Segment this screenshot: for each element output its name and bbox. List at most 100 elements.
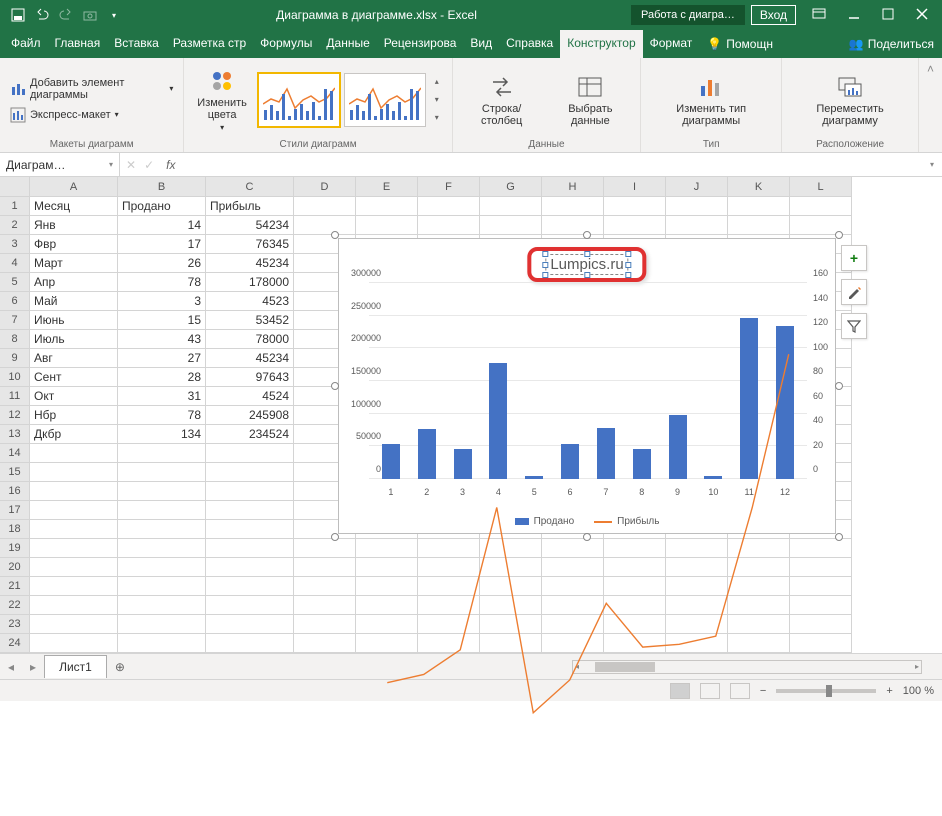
cell[interactable]: 17 (118, 235, 206, 254)
cell[interactable]: Март (30, 254, 118, 273)
column-header[interactable]: H (542, 177, 604, 197)
sheet-tab[interactable]: Лист1 (44, 655, 107, 678)
cell[interactable] (30, 482, 118, 501)
cell[interactable] (118, 634, 206, 653)
cell[interactable]: 54234 (206, 216, 294, 235)
cell[interactable] (294, 558, 356, 577)
cell[interactable] (118, 520, 206, 539)
cell[interactable] (294, 197, 356, 216)
cell[interactable] (206, 482, 294, 501)
row-header[interactable]: 16 (0, 482, 30, 501)
cell[interactable] (30, 615, 118, 634)
cell[interactable]: 78 (118, 406, 206, 425)
cell[interactable]: Фвр (30, 235, 118, 254)
cell[interactable] (604, 197, 666, 216)
tab-review[interactable]: Рецензирова (377, 30, 464, 58)
column-header[interactable]: D (294, 177, 356, 197)
chart-legend[interactable]: Продано Прибыль (339, 516, 835, 527)
cell[interactable] (118, 596, 206, 615)
cell[interactable]: 78 (118, 273, 206, 292)
cell[interactable] (294, 596, 356, 615)
cell[interactable] (30, 444, 118, 463)
add-sheet-button[interactable]: ⊕ (107, 660, 133, 674)
tab-layout[interactable]: Разметка стр (166, 30, 253, 58)
row-header[interactable]: 1 (0, 197, 30, 216)
cell[interactable]: 134 (118, 425, 206, 444)
cell[interactable]: 3 (118, 292, 206, 311)
zoom-level[interactable]: 100 % (903, 685, 934, 697)
cell[interactable] (118, 482, 206, 501)
cell[interactable]: 14 (118, 216, 206, 235)
tab-view[interactable]: Вид (463, 30, 499, 58)
change-colors-button[interactable]: Изменить цвета▾ (192, 65, 251, 134)
cell[interactable] (30, 577, 118, 596)
close-button[interactable] (906, 2, 938, 29)
cell[interactable] (206, 520, 294, 539)
row-header[interactable]: 21 (0, 577, 30, 596)
cell[interactable]: 178000 (206, 273, 294, 292)
cell[interactable]: 97643 (206, 368, 294, 387)
tab-insert[interactable]: Вставка (107, 30, 166, 58)
row-header[interactable]: 7 (0, 311, 30, 330)
cell[interactable]: 78000 (206, 330, 294, 349)
cell[interactable] (542, 197, 604, 216)
cell[interactable] (356, 216, 418, 235)
cell[interactable]: Месяц (30, 197, 118, 216)
cell[interactable] (118, 539, 206, 558)
cell[interactable]: 27 (118, 349, 206, 368)
cell[interactable]: Янв (30, 216, 118, 235)
redo-icon[interactable] (58, 7, 74, 23)
cell[interactable] (294, 577, 356, 596)
cell[interactable] (206, 615, 294, 634)
cell[interactable] (356, 197, 418, 216)
column-header[interactable]: K (728, 177, 790, 197)
cell[interactable]: 234524 (206, 425, 294, 444)
chart-styles-gallery[interactable]: ▴▾▾ (258, 73, 444, 127)
switch-rowcol-button[interactable]: Строка/ столбец (461, 71, 543, 129)
plot-area[interactable]: 050000100000150000200000250000300000 020… (369, 283, 807, 479)
cell[interactable]: Окт (30, 387, 118, 406)
cell[interactable]: 45234 (206, 349, 294, 368)
cell[interactable]: Продано (118, 197, 206, 216)
cell[interactable] (480, 216, 542, 235)
add-chart-element-button[interactable]: Добавить элемент диаграммы ▾ (8, 75, 175, 103)
row-header[interactable]: 22 (0, 596, 30, 615)
row-header[interactable]: 20 (0, 558, 30, 577)
cell[interactable]: 53452 (206, 311, 294, 330)
cell[interactable]: 31 (118, 387, 206, 406)
chart-filters-button[interactable] (841, 313, 867, 339)
cell[interactable] (30, 463, 118, 482)
cell[interactable]: Авг (30, 349, 118, 368)
cell[interactable] (30, 520, 118, 539)
row-header[interactable]: 24 (0, 634, 30, 653)
cell[interactable] (294, 539, 356, 558)
cell[interactable]: Июнь (30, 311, 118, 330)
cell[interactable]: Прибыль (206, 197, 294, 216)
cell[interactable] (118, 577, 206, 596)
chart-style-2[interactable] (344, 73, 426, 127)
column-header[interactable]: A (30, 177, 118, 197)
share-button[interactable]: 👥Поделиться (841, 30, 942, 58)
cell[interactable] (480, 197, 542, 216)
name-box[interactable]: Диаграм… ▾ (0, 153, 120, 176)
cell[interactable] (30, 634, 118, 653)
row-header[interactable]: 23 (0, 615, 30, 634)
cell[interactable] (118, 501, 206, 520)
chart-elements-button[interactable]: + (841, 245, 867, 271)
column-header[interactable]: I (604, 177, 666, 197)
cell[interactable]: Июль (30, 330, 118, 349)
tell-me[interactable]: 💡Помощн (699, 30, 781, 58)
zoom-in-button[interactable]: + (886, 685, 892, 697)
tab-help[interactable]: Справка (499, 30, 560, 58)
row-header[interactable]: 4 (0, 254, 30, 273)
embedded-chart[interactable]: + Lumpics.ru 050000100000150000200000250… (338, 238, 836, 534)
cell[interactable] (206, 596, 294, 615)
cell[interactable] (30, 539, 118, 558)
cell[interactable] (30, 501, 118, 520)
cell[interactable]: Апр (30, 273, 118, 292)
cell[interactable]: 76345 (206, 235, 294, 254)
minimize-button[interactable] (838, 2, 870, 29)
cell[interactable] (30, 596, 118, 615)
cell[interactable] (604, 216, 666, 235)
cell[interactable] (728, 216, 790, 235)
